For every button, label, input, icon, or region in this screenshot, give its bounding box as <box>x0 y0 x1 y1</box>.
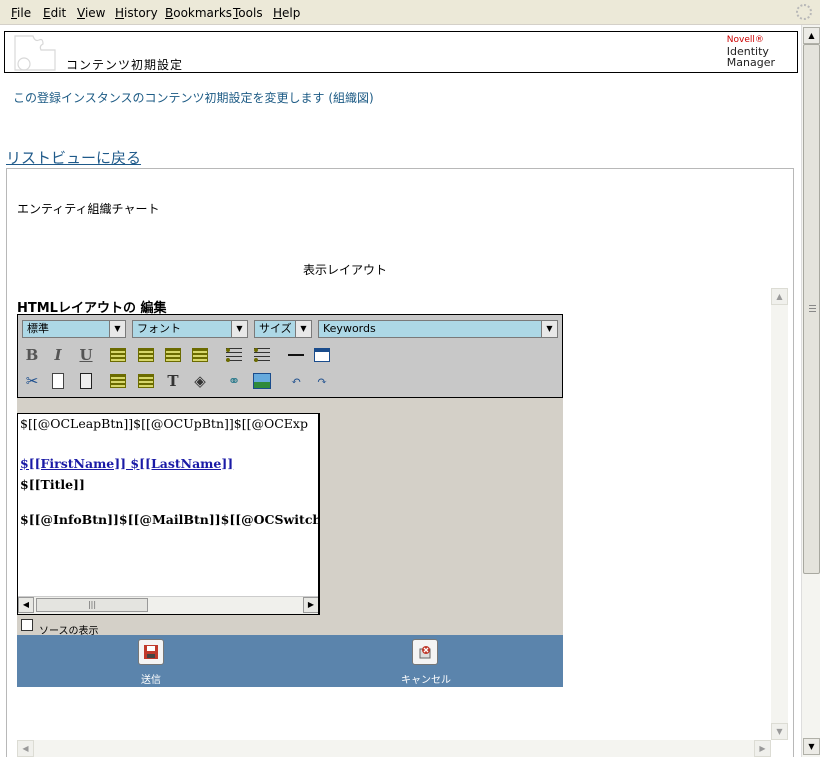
page-vertical-scrollbar[interactable]: ▲ ▼ <box>801 25 820 757</box>
cancel-icon <box>419 646 431 659</box>
cut-icon[interactable]: ✂ <box>22 371 42 391</box>
submit-label: 送信 <box>141 675 161 686</box>
align-left-icon[interactable] <box>108 345 128 365</box>
entity-label: エンティティ組織チャート <box>17 202 160 216</box>
novell-logo: Novell® Identity Manager <box>726 35 775 69</box>
bold-icon[interactable]: B <box>22 345 42 365</box>
html-editor-toolbar: 標準 ▼ フォント ▼ サイズ ▼ Keywords ▼ B I U ✂ T ◈… <box>17 314 563 398</box>
back-to-list-link[interactable]: リストビューに戻る <box>6 147 141 168</box>
menu-history[interactable]: History <box>115 6 158 20</box>
editor-line: $[[@OCLeapBtn]]$[[@OCUpBtn]]$[[@OCExp <box>20 416 308 431</box>
menu-edit[interactable]: Edit <box>43 6 66 20</box>
menu-bookmarks[interactable]: Bookmarks <box>165 6 232 20</box>
editor-horizontal-scrollbar[interactable]: ◀ ||| ▶ <box>18 596 318 614</box>
view-source-checkbox[interactable] <box>21 619 33 631</box>
page-header: コンテンツ初期設定 Novell® Identity Manager <box>4 31 798 73</box>
scroll-left-icon[interactable]: ◀ <box>17 740 34 757</box>
cancel-label: キャンセル <box>401 675 451 686</box>
image-icon[interactable] <box>252 371 272 391</box>
editor-content-frame[interactable]: $[[@OCLeapBtn]]$[[@OCUpBtn]]$[[@OCExp $[… <box>17 413 320 615</box>
save-icon <box>144 645 158 659</box>
align-center-icon[interactable] <box>136 345 156 365</box>
unordered-list-icon[interactable] <box>252 345 272 365</box>
cancel-button[interactable] <box>412 639 438 665</box>
link-icon[interactable]: ⚭ <box>224 371 244 391</box>
editor-area: $[[@OCLeapBtn]]$[[@OCUpBtn]]$[[@OCExp $[… <box>17 398 563 637</box>
underline-icon[interactable]: U <box>76 345 96 365</box>
menu-bar: File Edit View History Bookmarks Tools H… <box>0 0 820 25</box>
scrollbar-thumb[interactable]: ||| <box>36 598 148 612</box>
scroll-right-icon[interactable]: ▶ <box>303 597 318 613</box>
scroll-down-icon[interactable]: ▼ <box>771 723 788 740</box>
italic-icon[interactable]: I <box>48 345 68 365</box>
settings-panel: エンティティ組織チャート 表示レイアウト HTMLレイアウトの 編集 標準 ▼ フ… <box>6 168 794 757</box>
undo-icon[interactable]: ↶ <box>286 371 306 391</box>
editor-name-link[interactable]: $[[FirstName]] $[[LastName]] <box>20 456 233 471</box>
paste-icon[interactable] <box>76 371 96 391</box>
keywords-select[interactable]: Keywords ▼ <box>318 320 558 338</box>
outdent-icon[interactable] <box>108 371 128 391</box>
indent-icon[interactable] <box>136 371 156 391</box>
background-color-icon[interactable]: ◈ <box>190 371 210 391</box>
redo-icon[interactable]: ↷ <box>312 371 332 391</box>
chevron-down-icon: ▼ <box>295 321 311 337</box>
scrollbar-thumb[interactable] <box>803 44 820 574</box>
layout-caption: 表示レイアウト <box>303 263 388 277</box>
scroll-up-icon[interactable]: ▲ <box>803 27 820 44</box>
font-select[interactable]: フォント ▼ <box>132 320 248 338</box>
size-select[interactable]: サイズ ▼ <box>254 320 312 338</box>
page-content: コンテンツ初期設定 Novell® Identity Manager この登録イ… <box>0 25 801 757</box>
menu-file[interactable]: File <box>11 6 31 20</box>
inner-vertical-scrollbar[interactable]: ▲ ▼ <box>771 288 788 740</box>
chevron-down-icon: ▼ <box>109 321 125 337</box>
horizontal-rule-icon[interactable] <box>286 345 306 365</box>
scroll-up-icon[interactable]: ▲ <box>771 288 788 305</box>
scroll-left-icon[interactable]: ◀ <box>18 597 34 613</box>
text-color-icon[interactable]: T <box>163 371 183 391</box>
menu-view[interactable]: View <box>77 6 105 20</box>
puzzle-icon <box>14 35 56 71</box>
align-right-icon[interactable] <box>163 345 183 365</box>
page-title: コンテンツ初期設定 <box>66 58 184 72</box>
chevron-down-icon: ▼ <box>541 321 557 337</box>
scroll-down-icon[interactable]: ▼ <box>803 738 820 755</box>
chevron-down-icon: ▼ <box>231 321 247 337</box>
format-select[interactable]: 標準 ▼ <box>22 320 126 338</box>
editor-line: $[[Title]] <box>20 477 85 492</box>
inner-horizontal-scrollbar[interactable]: ◀ ▶ <box>17 740 771 757</box>
table-icon[interactable] <box>312 345 332 365</box>
ordered-list-icon[interactable] <box>224 345 244 365</box>
scroll-right-icon[interactable]: ▶ <box>754 740 771 757</box>
align-justify-icon[interactable] <box>190 345 210 365</box>
action-bar: 送信 キャンセル <box>17 635 563 687</box>
submit-button[interactable] <box>138 639 164 665</box>
page-description: この登録インスタンスのコンテンツ初期設定を変更します (組織図) <box>13 91 374 105</box>
menu-tools[interactable]: Tools <box>233 6 263 20</box>
throbber-icon <box>796 4 812 20</box>
menu-help[interactable]: Help <box>273 6 300 20</box>
copy-icon[interactable] <box>48 371 68 391</box>
editor-line: $[[@InfoBtn]]$[[@MailBtn]]$[[@OCSwitchB <box>20 512 320 527</box>
grip-icon <box>809 305 816 313</box>
